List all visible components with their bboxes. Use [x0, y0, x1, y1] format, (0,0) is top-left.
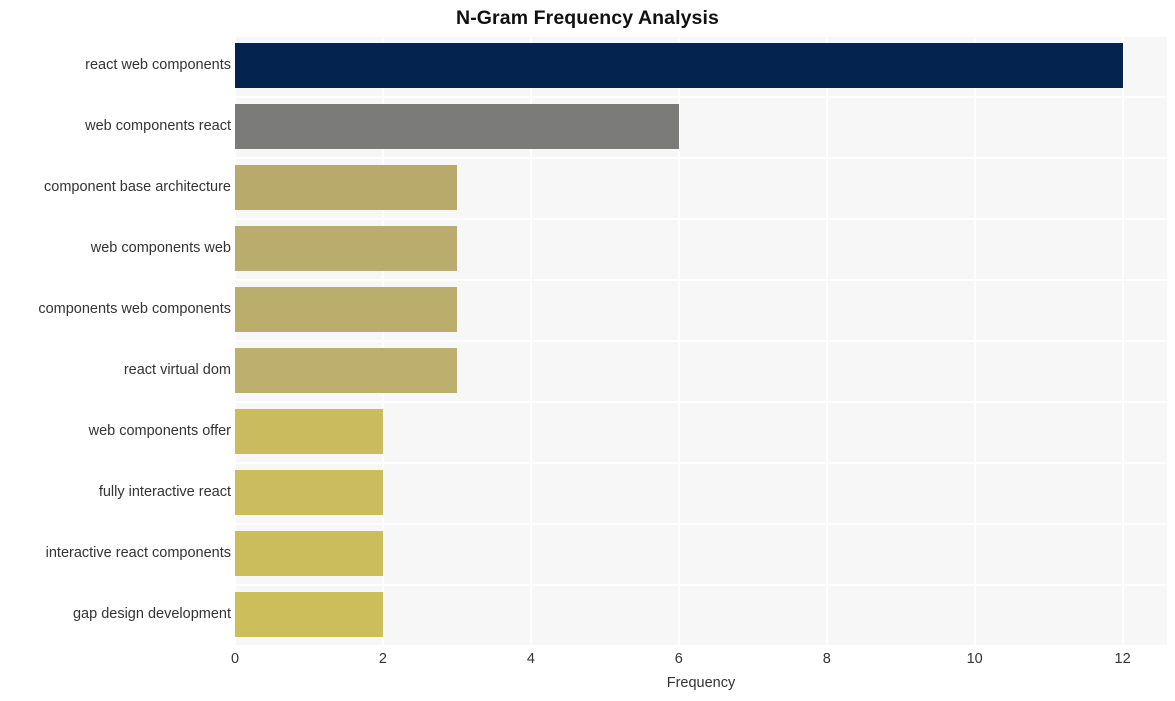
y-axis-tick-label: gap design development	[72, 606, 231, 622]
y-axis-tick-labels: react web components web components react…	[0, 35, 231, 645]
plot-area	[234, 35, 1167, 647]
chart-title: N-Gram Frequency Analysis	[456, 7, 719, 29]
y-axis-tick-label: react virtual dom	[123, 362, 231, 378]
y-axis-tick-label: interactive react components	[45, 545, 231, 561]
x-axis-tick-label: 6	[674, 651, 683, 667]
bar[interactable]	[235, 104, 679, 149]
x-axis-title: Frequency	[666, 675, 736, 691]
y-axis-tick-label: web components react	[85, 118, 231, 134]
x-axis-tick-label: 10	[966, 651, 983, 667]
x-axis-tick-labels: 0 2 4 6 8 10 12	[0, 650, 1175, 670]
x-axis-tick-label: 2	[378, 651, 387, 667]
x-axis-tick-label: 0	[230, 651, 240, 667]
chart-figure: N-Gram Frequency Analysis react web comp…	[0, 0, 1175, 701]
bar[interactable]	[235, 165, 457, 210]
bar[interactable]	[235, 470, 383, 515]
x-axis-tick-label: 12	[1114, 651, 1131, 667]
bars-layer	[235, 35, 1167, 645]
x-axis-tick-label: 4	[526, 651, 535, 667]
y-axis-tick-label: react web components	[85, 57, 231, 73]
bar[interactable]	[235, 531, 383, 576]
bar[interactable]	[235, 287, 457, 332]
bar[interactable]	[235, 43, 1123, 88]
gridline-horizontal	[235, 645, 1167, 647]
bar[interactable]	[235, 348, 457, 393]
bar[interactable]	[235, 226, 457, 271]
y-axis-tick-label: web components web	[90, 240, 231, 256]
bar[interactable]	[235, 409, 383, 454]
y-axis-tick-label: fully interactive react	[98, 484, 231, 500]
x-axis-tick-label: 8	[822, 651, 831, 667]
y-axis-tick-label: component base architecture	[44, 179, 231, 195]
y-axis-tick-label: web components offer	[88, 423, 231, 439]
bar[interactable]	[235, 592, 383, 637]
y-axis-tick-label: components web components	[38, 301, 231, 317]
